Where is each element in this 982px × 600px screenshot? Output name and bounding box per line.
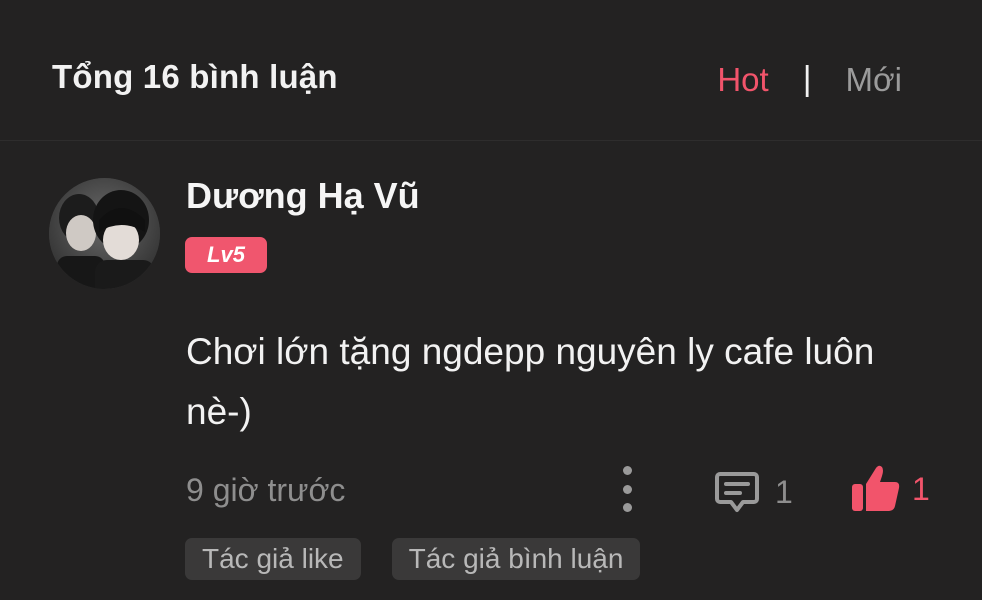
reply-count: 1 [775, 473, 793, 510]
comment-text: Chơi lớn tặng ngdepp nguyên ly cafe luôn… [186, 331, 875, 432]
more-vertical-icon[interactable] [612, 466, 642, 512]
level-badge: Lv5 [185, 237, 267, 273]
reply-button[interactable]: 1 [713, 468, 793, 516]
tag-author-commented: Tác giả bình luận [391, 538, 641, 580]
comment-count-title: Tổng 16 bình luận [52, 58, 338, 95]
tab-separator: | [802, 60, 812, 98]
tag-author-liked: Tác giả like [185, 538, 361, 580]
tab-hot[interactable]: Hot [717, 61, 768, 99]
username[interactable]: Dương Hạ Vũ [186, 175, 420, 217]
like-button[interactable]: 1 [850, 464, 930, 514]
like-count: 1 [912, 470, 930, 507]
comments-header: Tổng 16 bình luận Hot | Mới [0, 0, 982, 141]
thumbs-up-icon [852, 465, 900, 511]
comment-icon [715, 472, 759, 512]
tab-new[interactable]: Mới [846, 61, 902, 99]
comment-section: Tổng 16 bình luận Hot | Mới Dương Hạ Vũ … [0, 0, 982, 600]
avatar[interactable] [49, 178, 160, 289]
avatar-photo [49, 178, 160, 289]
timestamp: 9 giờ trước [186, 472, 346, 508]
sort-tabs: Hot | Mới [717, 60, 902, 99]
author-tags: Tác giả like Tác giả bình luận [185, 538, 671, 580]
